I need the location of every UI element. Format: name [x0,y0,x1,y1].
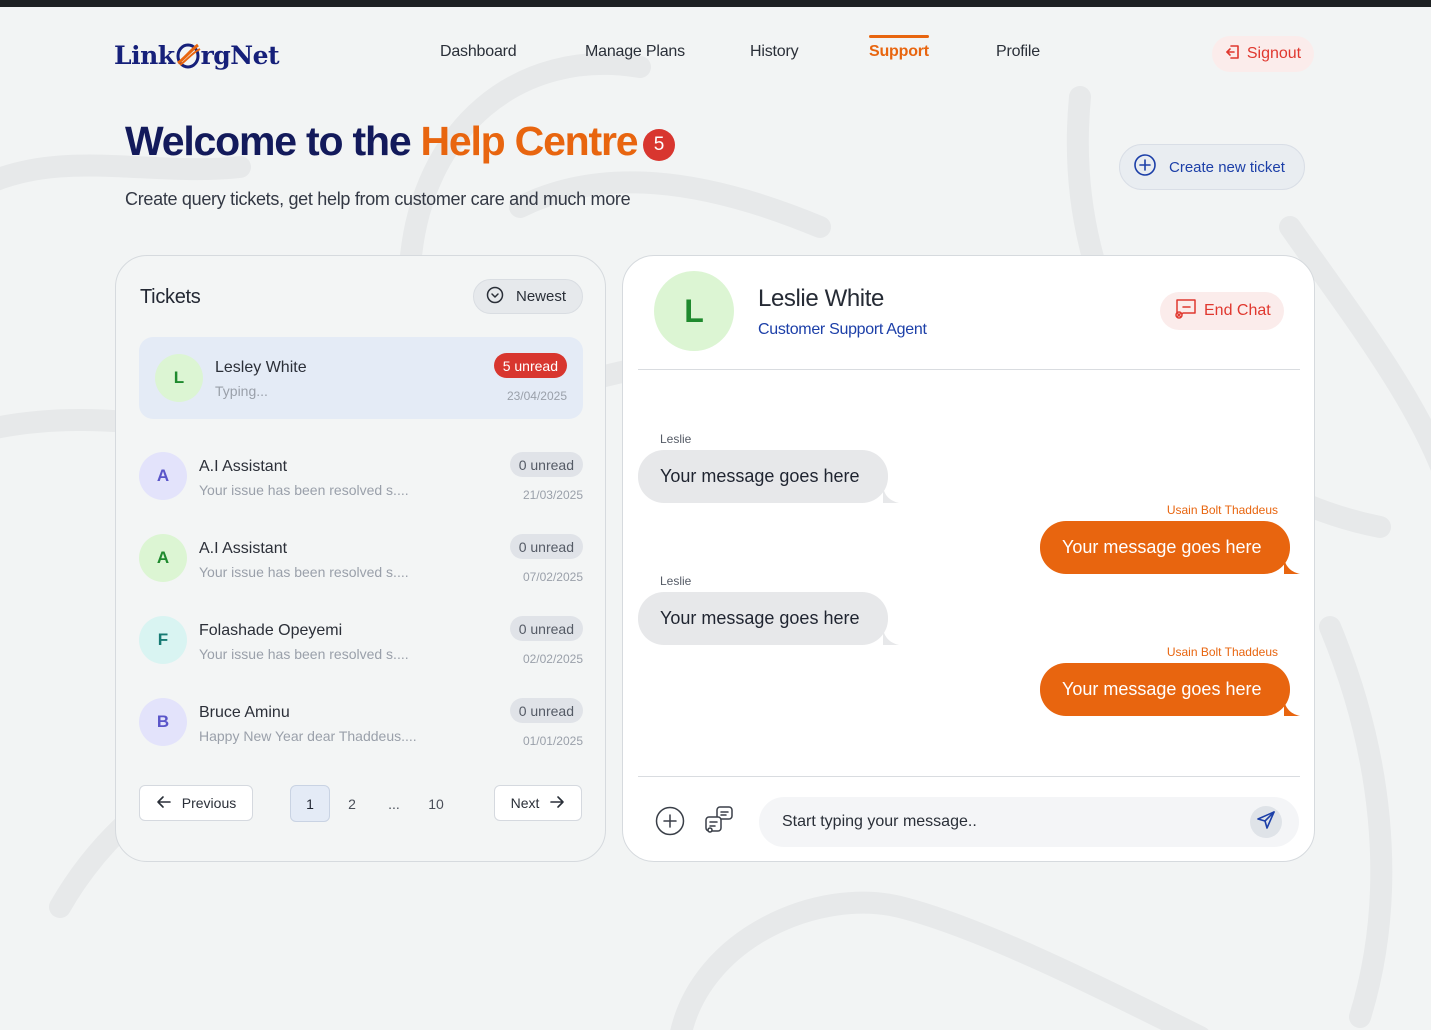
bubble-tail [883,629,899,645]
tickets-panel: Tickets Newest L Lesley White Typing... … [115,255,606,862]
previous-label: Previous [181,795,237,811]
ticket-item[interactable]: A A.I Assistant Your issue has been reso… [139,518,583,600]
chat-header-divider [638,369,1300,370]
message-bubble-incoming: Your message goes here [638,592,888,645]
attach-button[interactable] [654,806,686,841]
message-sender: Usain Bolt Thaddeus [1166,503,1278,517]
bubble-tail [1284,700,1300,716]
end-chat-button[interactable]: End Chat [1160,292,1284,330]
agent-avatar: L [654,271,734,351]
ticket-name: A.I Assistant [199,540,288,557]
previous-page-button[interactable]: Previous [139,785,253,821]
send-button[interactable] [1250,806,1282,838]
unread-badge: 0 unread [509,616,583,641]
chevron-down-circle-icon [486,286,504,308]
message-sender: Leslie [660,432,692,446]
signout-icon [1225,44,1241,65]
agent-name: Leslie White [758,285,884,312]
avatar: B [139,698,187,746]
ticket-preview: Your issue has been resolved s.... [199,564,409,580]
chat-templates-icon [703,805,735,840]
page-title-part2: Help Centre [420,118,638,164]
nav-profile[interactable]: Profile [996,43,1040,61]
message-sender: Usain Bolt Thaddeus [1166,645,1278,659]
unread-badge: 0 unread [509,452,583,477]
ticket-date: 21/03/2025 [522,488,583,502]
top-navigation: Link rgNet Dashboard Manage Plans Histor… [0,7,1431,87]
ticket-date: 02/02/2025 [522,652,583,666]
message-input-container [759,797,1299,847]
page-2-button[interactable]: 2 [332,785,372,822]
ticket-name: Bruce Aminu [199,704,290,721]
logo-o-icon [174,41,202,69]
ticket-name: A.I Assistant [199,458,288,475]
plus-circle-icon [1133,153,1157,181]
end-chat-label: End Chat [1204,302,1271,319]
unread-badge: 0 unread [509,534,583,559]
bubble-tail [883,487,899,503]
signout-button[interactable]: Signout [1212,36,1314,72]
page-ellipsis: ... [388,795,400,812]
ticket-item[interactable]: A A.I Assistant Your issue has been reso… [139,436,583,518]
chat-input-divider [638,776,1300,777]
message-input[interactable] [782,797,1242,847]
sort-newest-button[interactable]: Newest [473,279,583,314]
ticket-preview: Happy New Year dear Thaddeus.... [199,728,417,744]
message-sender: Leslie [660,574,692,588]
ticket-date: 07/02/2025 [522,570,583,584]
nav-support[interactable]: Support [869,35,929,61]
message-bubble-outgoing: Your message goes here [1040,663,1290,716]
nav-dashboard[interactable]: Dashboard [440,43,517,61]
avatar: F [139,616,187,664]
avatar: A [139,534,187,582]
page-1-button[interactable]: 1 [290,785,330,822]
ticket-preview: Your issue has been resolved s.... [199,482,409,498]
end-chat-icon [1174,298,1198,325]
send-icon [1256,810,1276,835]
arrow-left-icon [156,794,172,813]
ticket-item[interactable]: F Folashade Opeyemi Your issue has been … [139,600,583,682]
ticket-item[interactable]: L Lesley White Typing... 5 unread 23/04/… [139,337,583,419]
quick-replies-button[interactable] [702,805,736,840]
page-subtitle: Create query tickets, get help from cust… [125,189,631,209]
ticket-date: 23/04/2025 [506,389,567,403]
window-top-bar [0,0,1431,7]
ticket-date: 01/01/2025 [522,734,583,748]
message-bubble-incoming: Your message goes here [638,450,888,503]
ticket-preview: Your issue has been resolved s.... [199,646,409,662]
avatar: A [139,452,187,500]
ticket-item[interactable]: B Bruce Aminu Happy New Year dear Thadde… [139,682,583,764]
signout-label: Signout [1246,45,1302,62]
nav-manage-plans[interactable]: Manage Plans [585,43,685,61]
ticket-name: Folashade Opeyemi [199,622,343,639]
notification-badge: 5 [643,129,675,161]
sort-label: Newest [516,288,567,305]
unread-badge: 0 unread [509,698,583,723]
arrow-right-icon [549,794,565,813]
ticket-name: Lesley White [215,359,307,376]
agent-role: Customer Support Agent [758,321,927,338]
bubble-tail [1284,558,1300,574]
next-page-button[interactable]: Next [494,785,582,821]
ticket-preview: Typing... [215,383,268,399]
plus-circle-icon [655,806,685,841]
page-10-button[interactable]: 10 [416,785,456,822]
next-label: Next [510,795,540,811]
unread-badge: 5 unread [493,353,567,378]
logo-text-orgnet: rgNet [200,40,280,70]
nav-history[interactable]: History [750,43,799,61]
create-ticket-button[interactable]: Create new ticket [1119,144,1305,190]
tickets-title: Tickets [140,286,201,308]
create-ticket-label: Create new ticket [1169,158,1285,176]
brand-logo[interactable]: Link rgNet [114,35,280,75]
avatar: L [155,354,203,402]
logo-text-link: Link [114,40,175,70]
message-bubble-outgoing: Your message goes here [1040,521,1290,574]
chat-panel: L Leslie White Customer Support Agent En… [622,255,1315,862]
page-title-part1: Welcome to the [125,118,412,164]
page-title: Welcome to the Help Centre [125,118,639,165]
